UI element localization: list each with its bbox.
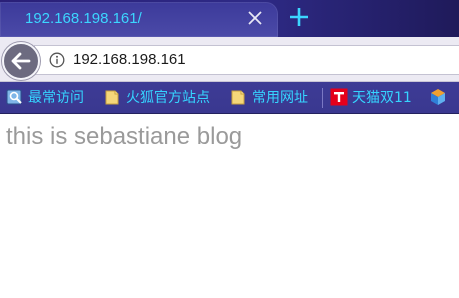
cube-icon	[431, 89, 445, 105]
most-visited-icon	[6, 89, 22, 105]
folder-icon	[105, 90, 119, 105]
tab-active[interactable]: 192.168.198.161/	[0, 2, 278, 37]
tab-title: 192.168.198.161/	[25, 10, 142, 27]
bookmarks-toolbar: 最常访问 火狐官方站点 常用网址 天猫双11	[0, 82, 459, 114]
bookmark-firefox-official[interactable]: 火狐官方站点	[104, 87, 210, 107]
info-icon[interactable]	[49, 52, 65, 68]
tab-strip: 192.168.198.161/	[0, 0, 459, 37]
page-content: this is sebastiane blog	[0, 114, 459, 298]
bookmark-label: 火狐官方站点	[126, 90, 210, 106]
bookmark-label: 最常访问	[28, 90, 84, 106]
bookmark-label: 常用网址	[252, 90, 308, 106]
bookmark-common-sites[interactable]: 常用网址	[230, 87, 308, 107]
bookmark-most-visited[interactable]: 最常访问	[6, 87, 84, 107]
page-heading: this is sebastiane blog	[6, 123, 243, 150]
url-bar[interactable]: 192.168.198.161	[34, 45, 459, 75]
close-icon[interactable]	[244, 7, 266, 29]
url-text[interactable]: 192.168.198.161	[73, 51, 186, 68]
folder-icon	[231, 90, 245, 105]
back-arrow-icon	[11, 52, 31, 70]
bookmark-label: 天猫双11	[352, 90, 412, 106]
navigation-bar: 192.168.198.161	[0, 37, 459, 82]
plus-icon[interactable]	[287, 5, 311, 29]
bookmark-tmall[interactable]: 天猫双11	[330, 87, 412, 107]
tmall-icon	[330, 88, 348, 106]
bookmark-separator	[322, 88, 323, 108]
bookmarks-overflow[interactable]	[429, 87, 447, 107]
back-button[interactable]	[2, 42, 40, 80]
browser-window: 192.168.198.161/ 192.168.198.161 最常访问 火狐…	[0, 0, 459, 298]
